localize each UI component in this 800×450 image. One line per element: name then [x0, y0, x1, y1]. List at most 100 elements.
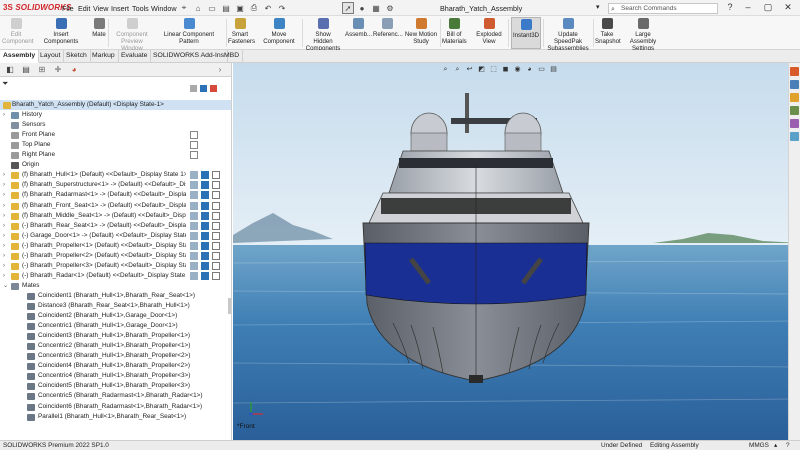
ribbon-edit-component-button[interactable]: Edit Component — [2, 17, 34, 49]
mate-row[interactable]: Coincident3 (Bharath_Hull<1>,Bharath_Pro… — [0, 331, 231, 341]
display-mode-icon[interactable] — [201, 181, 209, 190]
display-mode-icon[interactable] — [201, 221, 209, 230]
appearance-swatch-icon[interactable] — [212, 221, 220, 230]
plane-visibility-icon[interactable] — [190, 151, 198, 160]
zoom-to-area-icon[interactable]: ⌕ — [453, 65, 462, 74]
configuration-manager-tab-icon[interactable]: ⊞ — [36, 65, 48, 75]
rebuild-icon[interactable]: ● — [356, 2, 368, 14]
help-search-icon[interactable]: ▾ — [596, 3, 600, 11]
ribbon-preview-window-button[interactable]: Component Preview Window — [112, 17, 152, 52]
tree-row[interactable]: › (-) Bharath_Radar<1> (Default) <<Defaul… — [0, 270, 231, 281]
menu-file[interactable]: File — [62, 4, 74, 13]
edit-appearance-icon[interactable]: ◕ — [525, 65, 534, 74]
tree-row[interactable]: › (f) Bharath_Middle_Seat<1> -> (Default)… — [0, 210, 231, 221]
tree-row[interactable]: Origin — [0, 160, 231, 170]
view-orientation-icon[interactable]: ⬚ — [489, 65, 498, 74]
save-icon[interactable]: ▣ — [234, 2, 246, 14]
visibility-toggle-icon[interactable] — [190, 241, 198, 250]
tree-row[interactable]: ⌄ Mates — [0, 281, 231, 291]
user-icon[interactable]: ? — [722, 2, 738, 14]
display-manager-tab-icon[interactable]: ◕ — [68, 65, 80, 75]
display-mode-icon[interactable] — [201, 191, 209, 200]
mate-row[interactable]: Concentric5 (Bharath_Radarmast<1>,Bharat… — [0, 391, 231, 401]
close-button[interactable]: ✕ — [780, 2, 796, 14]
expand-arrow-icon[interactable]: › — [3, 201, 9, 211]
ribbon-mate-button[interactable]: Mate — [90, 17, 108, 49]
filter-icon[interactable]: ⏷ — [2, 79, 8, 89]
appearance-swatch-icon[interactable] — [212, 241, 220, 250]
tree-row[interactable]: Sensors — [0, 120, 231, 130]
mate-row[interactable]: Concentric2 (Bharath_Hull<1>,Bharath_Pro… — [0, 341, 231, 351]
visibility-toggle-icon[interactable] — [190, 261, 198, 270]
mate-row[interactable]: Coincident4 (Bharath_Hull<1>,Bharath_Pro… — [0, 361, 231, 371]
mate-row[interactable]: Distance3 (Bharath_Rear_Seat<1>,Bharath_… — [0, 301, 231, 311]
ribbon-show-hidden-button[interactable]: Show Hidden Components — [305, 17, 341, 52]
tree-row[interactable]: › (-) Bharath_Propeller<3> (Default) <<De… — [0, 260, 231, 271]
tree-row[interactable]: › History — [0, 110, 231, 120]
tree-row[interactable]: › (-) Bharath_Propeller<2> (Default) <<De… — [0, 250, 231, 261]
visibility-toggle-icon[interactable] — [190, 181, 198, 190]
appearance-swatch-icon[interactable] — [212, 171, 220, 180]
home-icon[interactable]: ⌂ — [192, 2, 204, 14]
tree-row[interactable]: › (-) Bharath_Propeller<1> (Default) <<De… — [0, 240, 231, 251]
property-manager-tab-icon[interactable]: ▤ — [20, 65, 32, 75]
search-commands-input[interactable]: ⌕ Search Commands — [608, 3, 718, 14]
expand-arrow-icon[interactable]: › — [3, 170, 9, 180]
display-mode-icon[interactable] — [201, 171, 209, 180]
tree-row[interactable]: Front Plane — [0, 130, 231, 140]
mate-row[interactable]: Concentric1 (Bharath_Hull<1>,Garage_Door… — [0, 321, 231, 331]
tree-row[interactable]: › (f) Bharath_Radarmast<1> -> (Default) <… — [0, 190, 231, 201]
appearance-swatch-icon[interactable] — [212, 191, 220, 200]
column-display-icon[interactable] — [200, 85, 207, 92]
ribbon-assembly-features-button[interactable]: Assemb... — [345, 17, 372, 49]
dimxpert-tab-icon[interactable]: ✛ — [52, 65, 64, 75]
expand-arrow-icon[interactable]: › — [3, 211, 9, 221]
appearance-swatch-icon[interactable] — [212, 231, 220, 240]
expand-arrow-icon[interactable]: › — [3, 251, 9, 261]
tree-row[interactable]: Right Plane — [0, 150, 231, 160]
file-explorer-icon[interactable] — [790, 93, 799, 102]
panel-collapse-handle[interactable] — [228, 298, 231, 314]
visibility-toggle-icon[interactable] — [190, 231, 198, 240]
pin-icon[interactable]: ⌖ — [178, 2, 190, 14]
ribbon-instant3d-button[interactable]: Instant3D — [511, 17, 541, 49]
select-cursor-icon[interactable]: ➚ — [342, 2, 354, 14]
visibility-toggle-icon[interactable] — [190, 251, 198, 260]
expand-arrow-icon[interactable]: › — [3, 180, 9, 190]
open-folder-icon[interactable]: ▤ — [220, 2, 232, 14]
display-mode-icon[interactable] — [201, 251, 209, 260]
print-icon[interactable]: ⎙ — [248, 2, 260, 14]
expand-arrow-icon[interactable]: › — [3, 190, 9, 200]
hide-show-items-icon[interactable]: ◉ — [513, 65, 522, 74]
custom-properties-icon[interactable] — [790, 132, 799, 141]
ribbon-insert-components-button[interactable]: Insert Components — [36, 17, 86, 49]
apply-scene-icon[interactable]: ▭ — [537, 65, 546, 74]
ribbon-motion-study-button[interactable]: New Motion Study — [404, 17, 438, 49]
menu-view[interactable]: View — [93, 4, 108, 13]
menu-window[interactable]: Window — [151, 4, 177, 13]
ribbon-snapshot-button[interactable]: Take Snapshot — [595, 17, 621, 49]
expand-arrow-icon[interactable]: › — [3, 271, 9, 281]
visibility-toggle-icon[interactable] — [190, 211, 198, 220]
solidworks-resources-icon[interactable] — [790, 67, 799, 76]
menu-insert[interactable]: Insert — [111, 4, 129, 13]
ribbon-exploded-view-button[interactable]: Exploded View — [470, 17, 508, 49]
graphics-viewport[interactable]: ⌕ ⌕ ↩ ◩ ⬚ ◼ ◉ ◕ ▭ ▤ *Front — [233, 63, 800, 440]
collapse-arrow-icon[interactable]: ⌄ — [3, 281, 9, 291]
undo-icon[interactable]: ↶ — [262, 2, 274, 14]
tab-markup[interactable]: Markup — [89, 50, 119, 63]
display-mode-icon[interactable] — [201, 261, 209, 270]
appearance-swatch-icon[interactable] — [212, 271, 220, 280]
visibility-toggle-icon[interactable] — [190, 201, 198, 210]
redo-icon[interactable]: ↷ — [276, 2, 288, 14]
expand-arrow-icon[interactable]: › — [3, 241, 9, 251]
visibility-toggle-icon[interactable] — [190, 221, 198, 230]
appearances-icon[interactable] — [790, 119, 799, 128]
section-view-icon[interactable]: ◩ — [477, 65, 486, 74]
tree-root-assembly[interactable]: Bharath_Yatch_Assembly (Default) <Displa… — [0, 100, 231, 110]
tab-mbd[interactable]: MBD — [221, 50, 244, 63]
plane-visibility-icon[interactable] — [190, 131, 198, 140]
appearance-swatch-icon[interactable] — [212, 261, 220, 270]
tab-evaluate[interactable]: Evaluate — [118, 50, 152, 63]
appearance-swatch-icon[interactable] — [212, 201, 220, 210]
